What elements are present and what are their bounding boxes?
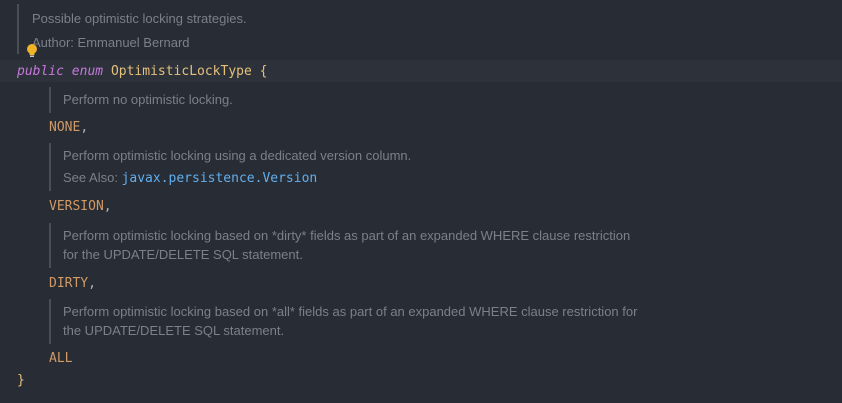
none-doc-line-1: Perform no optimistic locking. (63, 92, 233, 107)
constant-name: ALL (49, 351, 73, 366)
see-also-link[interactable]: javax.persistence.Version (122, 171, 318, 186)
enum-constant-all[interactable]: ALL (49, 349, 72, 368)
dirty-doc-line-1: Perform optimistic locking based on *dir… (63, 228, 631, 243)
see-also-label: See Also: (63, 170, 118, 185)
code-editor[interactable]: Possible optimistic locking strategies. … (0, 0, 842, 403)
enum-constant-none[interactable]: NONE, (49, 118, 88, 137)
doc-comment-bar (49, 299, 51, 344)
doc-comment-bar (49, 87, 51, 113)
lightbulb-icon[interactable] (26, 43, 38, 59)
enum-class-name[interactable]: OptimisticLockType (111, 64, 252, 79)
separator: , (88, 276, 96, 291)
constant-name: NONE (49, 120, 81, 135)
constant-name: DIRTY (49, 276, 89, 291)
enum-constant-dirty[interactable]: DIRTY, (49, 274, 96, 293)
all-doc-line-1: Perform optimistic locking based on *all… (63, 304, 638, 319)
close-brace: } (17, 373, 25, 388)
keyword-public: public (17, 64, 64, 79)
doc-comment-bar (49, 143, 51, 191)
doc-comment-bar (49, 223, 51, 268)
all-doc-line-2: the UPDATE/DELETE SQL statement. (63, 323, 285, 338)
enum-constant-version[interactable]: VERSION, (49, 197, 112, 216)
version-doc-line-1: Perform optimistic locking using a dedic… (63, 148, 412, 163)
separator: , (80, 120, 89, 135)
keyword-enum: enum (71, 64, 104, 79)
constant-name: VERSION (49, 199, 104, 214)
doc-comment-bar (17, 4, 19, 54)
class-doc-author: Author: Emmanuel Bernard (32, 35, 190, 50)
dirty-doc-line-2: for the UPDATE/DELETE SQL statement. (63, 247, 303, 262)
version-see-also: See Also: javax.persistence.Version (63, 168, 317, 188)
enum-declaration[interactable]: public enum OptimisticLockType { (17, 62, 267, 81)
class-doc-line-1: Possible optimistic locking strategies. (32, 11, 247, 26)
open-brace: { (259, 64, 268, 79)
separator: , (103, 199, 112, 214)
